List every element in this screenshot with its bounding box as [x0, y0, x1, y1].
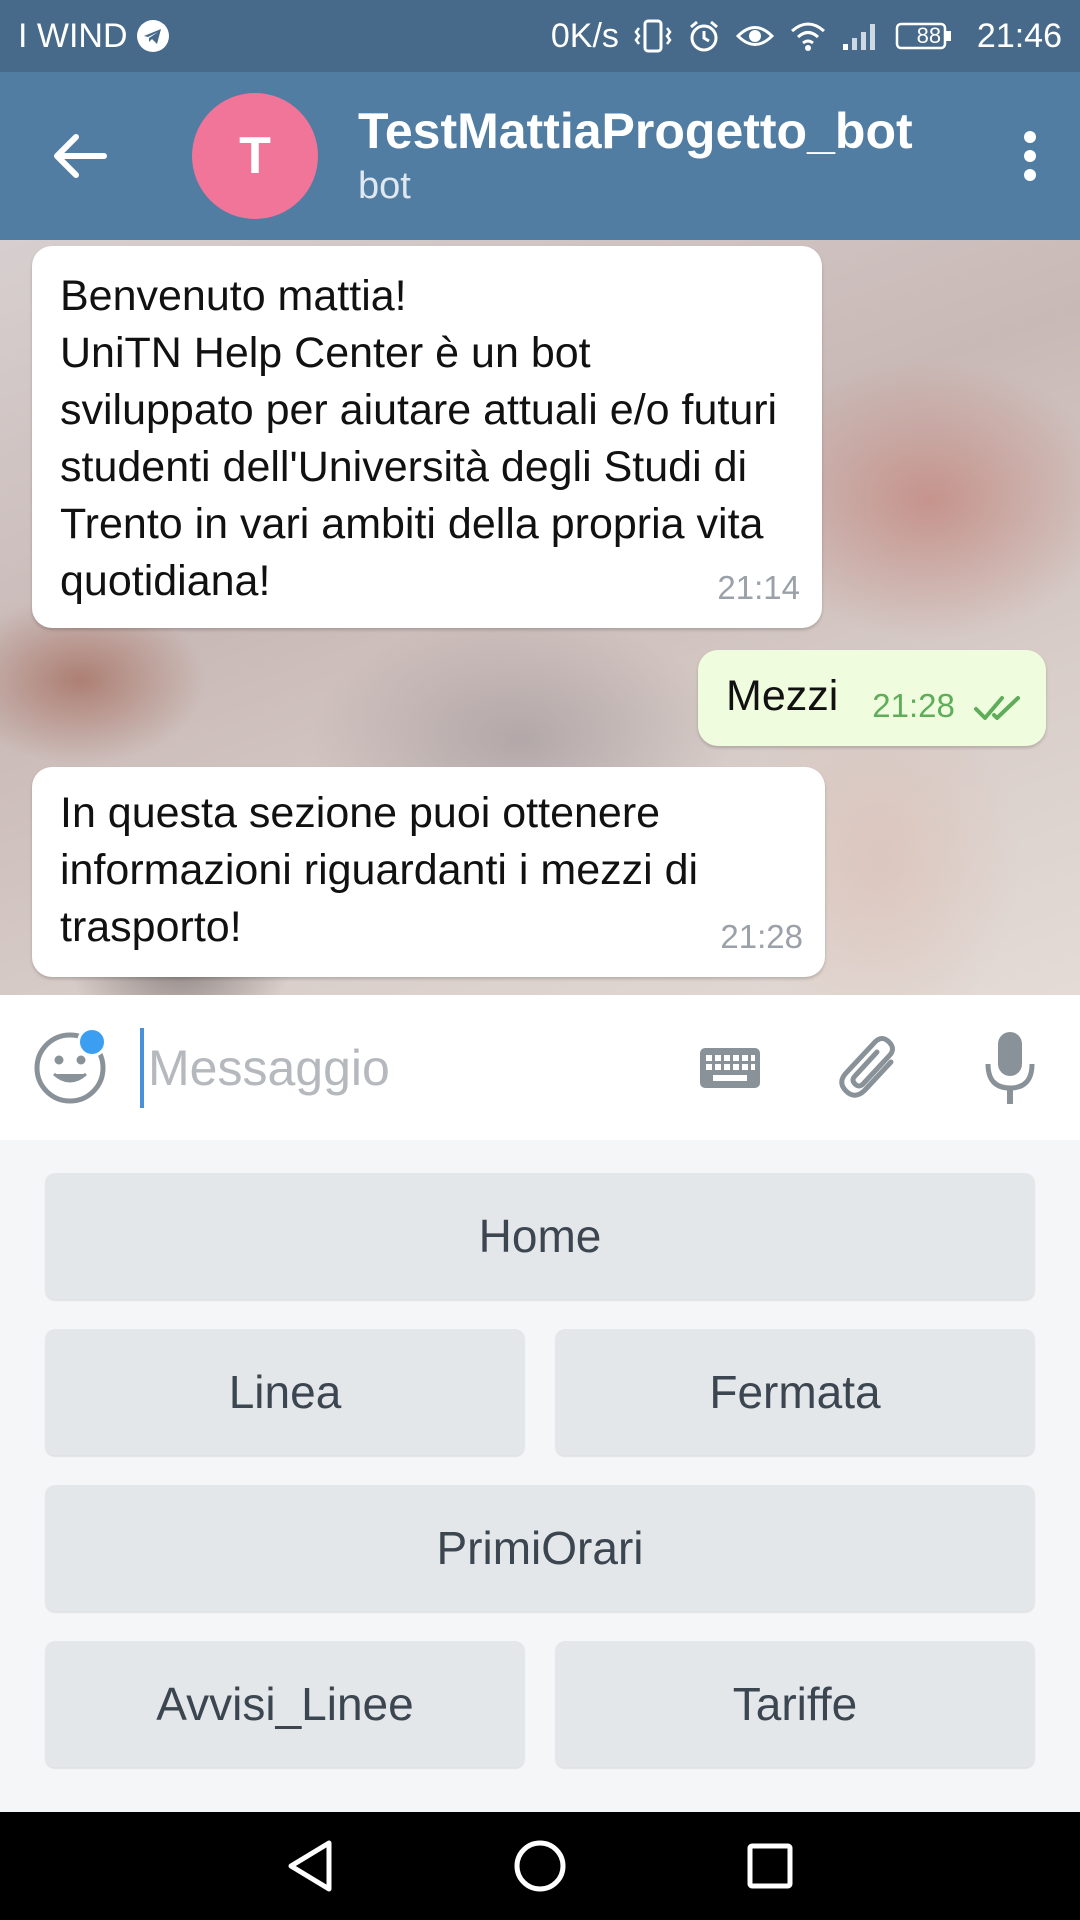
- avatar[interactable]: T: [192, 93, 318, 219]
- square-recents-icon: [747, 1843, 793, 1889]
- nav-recents-button[interactable]: [730, 1826, 810, 1906]
- message-input[interactable]: [140, 1027, 660, 1108]
- message-list[interactable]: Benvenuto mattia! UniTN Help Center è un…: [0, 240, 1080, 995]
- microphone-icon: [985, 1031, 1035, 1104]
- nav-home-button[interactable]: [500, 1826, 580, 1906]
- clock-label: 21:46: [976, 16, 1062, 55]
- alarm-icon: [687, 19, 721, 53]
- chat-title-block[interactable]: TestMattiaProgetto_bot bot: [358, 101, 913, 211]
- bot-reply-keyboard: Home Linea Fermata PrimiOrari Avvisi_Lin…: [0, 1140, 1080, 1812]
- keyboard-button-fermata[interactable]: Fermata: [555, 1329, 1035, 1455]
- nav-back-button[interactable]: [270, 1826, 350, 1906]
- keyboard-button-label: Tariffe: [732, 1678, 858, 1730]
- circle-home-icon: [514, 1840, 566, 1892]
- double-check-icon: [974, 696, 1020, 721]
- keyboard-button-label: Avvisi_Linee: [156, 1678, 414, 1730]
- keyboard-icon: [700, 1047, 760, 1088]
- keyboard-button-primiorari[interactable]: PrimiOrari: [45, 1485, 1035, 1611]
- carrier-label: I WIND: [18, 16, 128, 55]
- wifi-icon: [789, 20, 827, 52]
- message-time: 21:14: [717, 569, 800, 606]
- message-text: In questa sezione puoi ottenere informaz…: [60, 789, 699, 951]
- more-vertical-icon: [1024, 131, 1036, 181]
- message-time-row: 21:28: [872, 677, 1024, 734]
- message-text: Benvenuto mattia! UniTN Help Center è un…: [60, 272, 778, 605]
- keyboard-button-label: Fermata: [709, 1366, 881, 1418]
- vibrate-icon: [633, 18, 673, 54]
- keyboard-button-label: PrimiOrari: [436, 1522, 644, 1574]
- message-composer: [0, 995, 1080, 1140]
- keyboard-button-avvisi-linee[interactable]: Avvisi_Linee: [45, 1641, 525, 1767]
- telegram-chat-screen: I WIND 0K/s 88 21:46 T TestMattiaProgett…: [0, 0, 1080, 1920]
- chat-title: TestMattiaProgetto_bot: [358, 103, 913, 159]
- paperclip-icon: [839, 1035, 895, 1098]
- triangle-back-icon: [288, 1840, 332, 1892]
- emoji-button[interactable]: [0, 995, 140, 1140]
- message-bubble-outgoing[interactable]: Mezzi 21:28: [698, 650, 1046, 746]
- keyboard-button-linea[interactable]: Linea: [45, 1329, 525, 1455]
- telegram-icon: [136, 19, 170, 53]
- chat-subtitle: bot: [358, 165, 411, 207]
- arrow-left-icon: [54, 134, 107, 178]
- notification-dot: [77, 1027, 107, 1057]
- signal-icon: [841, 20, 881, 52]
- system-navigation-bar: [0, 1812, 1080, 1920]
- voice-message-button[interactable]: [940, 995, 1080, 1140]
- attach-button[interactable]: [800, 995, 940, 1140]
- status-bar: I WIND 0K/s 88 21:46: [0, 0, 1080, 72]
- message-bubble-incoming[interactable]: Benvenuto mattia! UniTN Help Center è un…: [32, 246, 822, 628]
- battery-level: 88: [916, 23, 942, 48]
- net-speed-label: 0K/s: [550, 16, 619, 55]
- keyboard-button-label: Home: [478, 1210, 602, 1262]
- message-time: 21:28: [872, 687, 955, 724]
- back-button[interactable]: [0, 72, 160, 240]
- avatar-letter: T: [239, 127, 271, 185]
- keyboard-toggle-button[interactable]: [660, 995, 800, 1140]
- message-bubble-incoming[interactable]: In questa sezione puoi ottenere informaz…: [32, 767, 825, 977]
- message-time: 21:28: [720, 918, 803, 955]
- keyboard-button-tariffe[interactable]: Tariffe: [555, 1641, 1035, 1767]
- eye-icon: [735, 21, 775, 51]
- chat-header: T TestMattiaProgetto_bot bot: [0, 72, 1080, 240]
- more-options-button[interactable]: [980, 72, 1080, 240]
- keyboard-button-home[interactable]: Home: [45, 1173, 1035, 1299]
- keyboard-button-label: Linea: [228, 1366, 342, 1418]
